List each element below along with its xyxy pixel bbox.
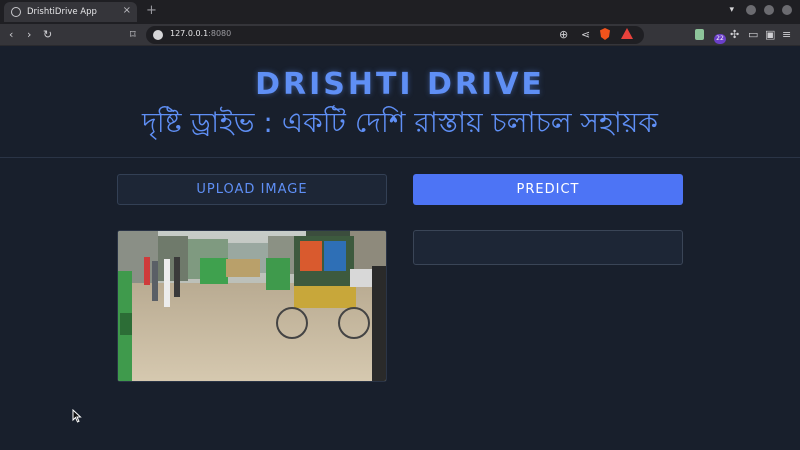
url-text: 127.0.0.1:8080	[170, 29, 232, 38]
extensions-puzzle-icon[interactable]: ✣	[730, 27, 739, 43]
address-bar[interactable]: 127.0.0.1:8080	[146, 26, 644, 44]
predict-button[interactable]: PREDICT	[413, 174, 683, 205]
site-info-icon[interactable]	[153, 30, 163, 40]
upload-image-button[interactable]: UPLOAD IMAGE	[117, 174, 387, 205]
reload-icon[interactable]: ↻	[43, 27, 52, 43]
browser-toolbar: ‹ › ↻ ⌑ 127.0.0.1:8080 ⊕ ⋖ 22 ✣ ▭ ▣ ≡	[0, 24, 800, 46]
window-controls: ▾	[729, 5, 792, 15]
sidebar-icon[interactable]: ▭	[748, 27, 758, 43]
extension-badge: 22	[714, 34, 726, 44]
globe-icon	[11, 7, 21, 17]
app-header: DRISHTI DRIVE দৃষ্টি ড্রাইভ : একটি দেশি …	[0, 46, 800, 158]
mouse-cursor-icon	[72, 409, 82, 423]
wallet-icon[interactable]: ▣	[765, 27, 775, 43]
prediction-result	[413, 230, 683, 265]
menu-icon[interactable]: ≡	[782, 27, 791, 43]
share-icon[interactable]: ⋖	[581, 27, 590, 43]
zoom-icon[interactable]: ⊕	[559, 27, 568, 43]
forward-icon[interactable]: ›	[27, 27, 31, 43]
bookmark-icon[interactable]: ⌑	[130, 27, 136, 43]
uploaded-image-preview	[117, 230, 387, 382]
maximize-button[interactable]	[764, 5, 774, 15]
close-tab-icon[interactable]: ×	[123, 5, 131, 16]
tab-title: DrishtiDrive App	[27, 7, 97, 17]
browser-tab-strip: DrishtiDrive App × + ▾	[0, 0, 800, 24]
app-page: DRISHTI DRIVE দৃষ্টি ড্রাইভ : একটি দেশি …	[0, 46, 800, 450]
back-icon[interactable]: ‹	[9, 27, 13, 43]
street-scene-image	[118, 231, 386, 381]
brave-rewards-icon[interactable]	[621, 28, 633, 39]
chevron-down-icon[interactable]: ▾	[729, 5, 734, 15]
new-tab-icon[interactable]: +	[146, 3, 157, 18]
extension-icon[interactable]	[695, 29, 704, 40]
browser-tab[interactable]: DrishtiDrive App ×	[4, 2, 137, 22]
close-window-button[interactable]	[782, 5, 792, 15]
app-title: DRISHTI DRIVE	[255, 67, 545, 102]
minimize-button[interactable]	[746, 5, 756, 15]
app-subtitle: দৃষ্টি ড্রাইভ : একটি দেশি রাস্তায় চলাচল…	[142, 106, 658, 139]
